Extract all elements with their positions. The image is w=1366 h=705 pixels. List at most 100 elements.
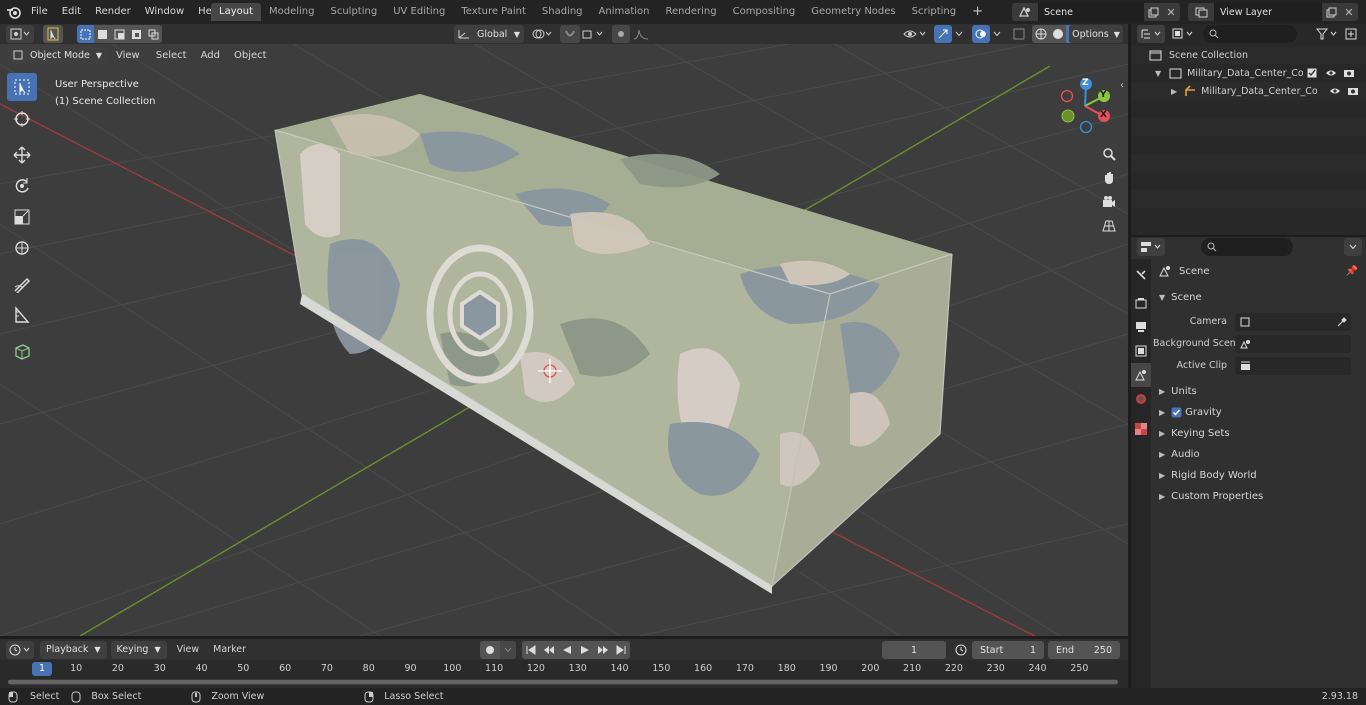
display-mode-icon[interactable] — [1169, 25, 1197, 43]
blender-logo-icon[interactable] — [6, 4, 22, 20]
copy-scene-icon[interactable] — [1144, 3, 1162, 21]
navigation-gizmo[interactable]: Z Y X — [1055, 74, 1119, 138]
annotate-tool[interactable] — [7, 270, 37, 298]
camera-field[interactable] — [1235, 312, 1351, 331]
outliner-search-input[interactable] — [1203, 25, 1297, 43]
frame-ruler[interactable]: 1 10 20 30 40 50 60 70 80 90 100 110 120 130 140 150 160… — [0, 660, 1128, 688]
auto-key-menu-icon[interactable] — [500, 641, 516, 659]
select-intersect-icon[interactable] — [145, 25, 162, 43]
collection-eye-icon[interactable] — [1325, 68, 1337, 78]
proportional-edit-icon[interactable] — [612, 25, 630, 43]
keying-menu[interactable]: Keying ▼ — [110, 640, 167, 659]
overlay-menu-icon[interactable] — [990, 25, 1004, 43]
eyedropper-icon[interactable] — [1337, 316, 1347, 327]
render-tab-icon[interactable] — [1131, 291, 1151, 315]
units-panel[interactable]: ▶ Units — [1153, 381, 1366, 402]
tab-modeling[interactable]: Modeling — [261, 3, 323, 21]
tweak-tool-icon[interactable] — [43, 25, 63, 43]
pan-view-icon[interactable] — [1097, 166, 1121, 190]
view-layer-field[interactable]: View Layer — [1214, 3, 1322, 21]
viewport-menu-add[interactable]: Add — [201, 50, 220, 61]
transform-tool[interactable] — [7, 234, 37, 262]
start-frame-field[interactable]: Start 1 — [972, 641, 1044, 659]
mode-dropdown[interactable]: Object Mode ▼ — [8, 46, 106, 64]
rigid-body-world-panel[interactable]: ▶ Rigid Body World — [1153, 465, 1366, 486]
current-frame-field[interactable]: 1 — [882, 641, 946, 659]
object-row[interactable]: ▶ Military_Data_Center_Co — [1131, 82, 1366, 100]
scene-panel-header[interactable]: ▼ Scene — [1153, 287, 1366, 308]
timeline-menu-view[interactable]: View — [177, 644, 200, 655]
world-tab-icon[interactable] — [1131, 387, 1151, 411]
texture-tab-icon[interactable] — [1131, 417, 1151, 441]
editor-type-icon[interactable] — [6, 25, 34, 43]
tab-compositing[interactable]: Compositing — [725, 3, 804, 21]
custom-properties-panel[interactable]: ▶ Custom Properties — [1153, 486, 1366, 507]
falloff-icon[interactable] — [630, 25, 652, 43]
tool-tab-icon[interactable] — [1131, 263, 1151, 287]
end-frame-field[interactable]: End 250 — [1048, 641, 1120, 659]
snap-element-icon[interactable] — [580, 25, 606, 43]
viewport-menu-select[interactable]: Select — [156, 50, 187, 61]
gizmo-menu-icon[interactable] — [952, 25, 966, 43]
outliner-editor-type-icon[interactable] — [1137, 25, 1165, 43]
gravity-panel[interactable]: ▶ Gravity — [1153, 402, 1366, 423]
move-tool[interactable] — [7, 141, 37, 169]
menu-render[interactable]: Render — [88, 0, 138, 24]
solid-shading-icon[interactable] — [1049, 25, 1066, 43]
record-icon[interactable] — [480, 641, 500, 659]
add-cube-tool[interactable] — [7, 337, 37, 365]
object-expand-icon[interactable]: ▶ — [1171, 87, 1177, 96]
timeline-menu-marker[interactable]: Marker — [213, 644, 246, 655]
ortho-toggle-icon[interactable] — [1097, 214, 1121, 238]
tab-texture-paint[interactable]: Texture Paint — [453, 3, 534, 21]
collection-expand-icon[interactable]: ▼ — [1155, 69, 1161, 78]
copy-view-layer-icon[interactable] — [1322, 3, 1340, 21]
view-layer-tab-icon[interactable] — [1131, 339, 1151, 363]
timeline-scrollbar[interactable] — [8, 679, 1118, 685]
cursor-tool[interactable] — [7, 105, 37, 133]
rotate-tool[interactable] — [7, 172, 37, 200]
play-reverse-icon[interactable] — [558, 641, 576, 659]
collection-checkbox-icon[interactable] — [1307, 68, 1317, 78]
tab-sculpting[interactable]: Sculpting — [323, 3, 386, 21]
viewport-menu-object[interactable]: Object — [234, 50, 267, 61]
tab-rendering[interactable]: Rendering — [658, 3, 725, 21]
tab-scripting[interactable]: Scripting — [904, 3, 964, 21]
jump-start-icon[interactable] — [522, 641, 540, 659]
gravity-checkbox[interactable] — [1171, 407, 1182, 418]
select-subtract-icon[interactable] — [111, 25, 128, 43]
scale-tool[interactable] — [7, 203, 37, 231]
timeline-editor-type-icon[interactable] — [6, 640, 34, 659]
add-workspace-button[interactable]: + — [964, 3, 991, 21]
camera-view-icon[interactable] — [1097, 190, 1121, 214]
object-eye-icon[interactable] — [1329, 86, 1341, 96]
tab-geometry-nodes[interactable]: Geometry Nodes — [803, 3, 903, 21]
orientation-dropdown[interactable]: Global ▼ — [454, 25, 524, 43]
xray-toggle-icon[interactable] — [1010, 25, 1028, 43]
tab-shading[interactable]: Shading — [534, 3, 591, 21]
jump-end-icon[interactable] — [612, 641, 630, 659]
scene-name-field[interactable]: Scene — [1038, 3, 1144, 21]
output-tab-icon[interactable] — [1131, 315, 1151, 339]
select-extend-icon[interactable] — [94, 25, 111, 43]
play-icon[interactable] — [576, 641, 594, 659]
scene-type-icon[interactable] — [1012, 3, 1038, 21]
background-scene-field[interactable] — [1235, 334, 1351, 353]
select-box-tool[interactable] — [7, 73, 37, 101]
menu-edit[interactable]: Edit — [55, 0, 88, 24]
pin-icon[interactable]: 📌 — [1346, 266, 1358, 277]
next-keyframe-icon[interactable] — [594, 641, 612, 659]
overlay-toggle-icon[interactable] — [972, 25, 990, 43]
editor-type-selector[interactable] — [6, 25, 34, 43]
keying-sets-panel[interactable]: ▶ Keying Sets — [1153, 423, 1366, 444]
select-invert-icon[interactable] — [128, 25, 145, 43]
measure-tool[interactable] — [7, 301, 37, 329]
preview-range-icon[interactable] — [952, 641, 970, 659]
3d-viewport[interactable]: Global ▼ Object Mode ▼ View Select Add O… — [0, 24, 1128, 636]
pivot-point-icon[interactable] — [528, 25, 556, 43]
active-clip-field[interactable] — [1235, 356, 1351, 375]
prev-keyframe-icon[interactable] — [540, 641, 558, 659]
viewport-menu-view[interactable]: View — [116, 50, 140, 61]
collection-render-icon[interactable] — [1343, 68, 1355, 78]
select-new-icon[interactable] — [77, 25, 94, 43]
